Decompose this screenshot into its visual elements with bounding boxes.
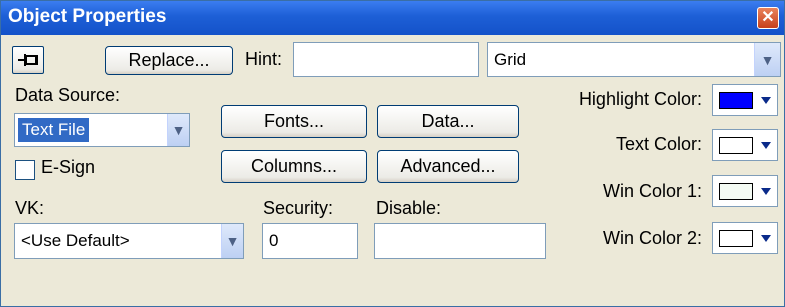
replace-button[interactable]: Replace... [105,46,233,75]
window-title: Object Properties [8,6,167,27]
advanced-button[interactable]: Advanced... [377,150,519,183]
chevron-down-icon[interactable]: ▼ [754,43,780,76]
text-color-label: Text Color: [615,134,702,154]
hint-label: Hint: [245,49,283,69]
vk-value: <Use Default> [21,231,130,250]
data-source-value: Text File [18,118,90,142]
chevron-down-icon [761,142,771,149]
properties-panel: Replace... Hint: Grid ▼ Data Source: Tex… [1,35,784,306]
fonts-button[interactable]: Fonts... [221,105,367,138]
win-color-2-picker[interactable] [712,222,778,254]
columns-button[interactable]: Columns... [221,150,367,183]
hint-input[interactable] [293,42,479,77]
win-color-2-swatch [719,230,753,247]
security-input[interactable]: 0 [262,223,358,259]
security-label: Security: [263,198,334,218]
disable-label: Disable: [376,198,442,218]
chevron-down-icon [761,97,771,104]
disable-input[interactable] [374,223,546,259]
highlight-color-swatch [719,92,753,109]
pin-button[interactable] [12,46,44,74]
object-type-value: Grid [494,49,527,69]
text-color-swatch [719,137,753,154]
win-color-1-swatch [719,183,753,200]
esign-label: E-Sign [41,157,96,177]
esign-checkbox[interactable] [15,160,35,180]
chevron-down-icon [761,188,771,195]
data-source-label: Data Source: [15,85,121,105]
vk-label: VK: [15,198,45,218]
close-button[interactable]: ✕ [757,7,779,29]
close-icon: ✕ [761,9,775,26]
chevron-down-icon [761,235,771,242]
data-source-select[interactable]: Text File ▼ [14,113,190,147]
vk-select[interactable]: <Use Default> ▼ [14,223,244,259]
chevron-down-icon[interactable]: ▼ [167,114,189,146]
highlight-color-label: Highlight Color: [578,89,702,109]
highlight-color-picker[interactable] [712,84,778,116]
win-color-1-picker[interactable] [712,175,778,207]
object-properties-window: Object Properties ✕ Replace... Hint: Gri… [0,0,785,307]
chevron-down-icon[interactable]: ▼ [221,224,243,258]
win-color-1-label: Win Color 1: [602,181,702,201]
data-button[interactable]: Data... [377,105,519,138]
win-color-2-label: Win Color 2: [602,228,702,248]
object-type-select[interactable]: Grid ▼ [487,42,781,77]
title-bar[interactable]: Object Properties ✕ [1,1,784,35]
text-color-picker[interactable] [712,129,778,161]
pin-icon [18,54,38,66]
